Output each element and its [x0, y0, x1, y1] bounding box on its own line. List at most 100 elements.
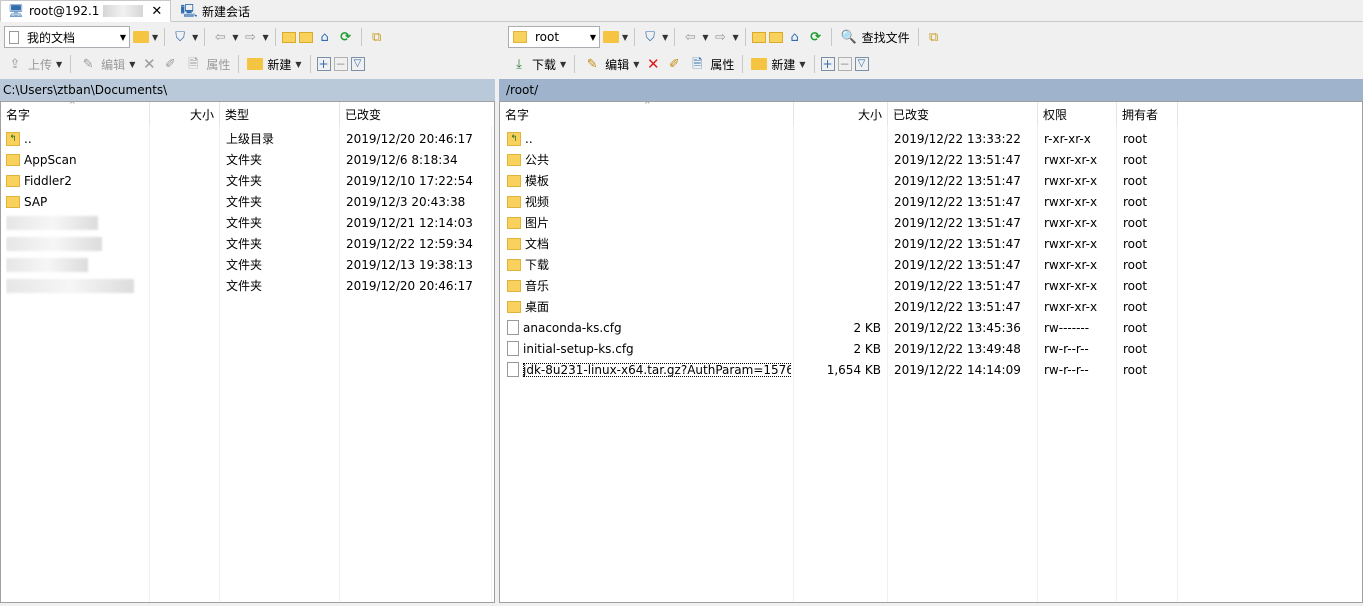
- parent-dir-icon[interactable]: [281, 31, 296, 43]
- col-header-size[interactable]: 大小: [794, 102, 888, 126]
- col-header-name[interactable]: ^ 名字: [1, 102, 150, 126]
- right-location-value: root: [535, 30, 560, 44]
- list-item[interactable]: 公共 2019/12/22 13:51:47 rwxr-xr-x root: [500, 149, 1362, 170]
- minus-icon[interactable]: −: [837, 57, 852, 71]
- home-icon[interactable]: ⌂: [316, 28, 334, 46]
- rename-icon[interactable]: ✐: [161, 55, 179, 73]
- list-item[interactable]: anaconda-ks.cfg 2 KB 2019/12/22 13:45:36 rw…: [500, 317, 1362, 338]
- new-button[interactable]: 新建 ▼: [749, 53, 807, 75]
- list-item[interactable]: 文件夹 2019/12/20 20:46:17: [1, 275, 494, 296]
- properties-button[interactable]: 🗎 属性: [686, 53, 736, 75]
- chevron-down-icon[interactable]: ▼: [232, 33, 238, 42]
- chevron-down-icon[interactable]: ▼: [56, 60, 62, 69]
- chevron-down-icon[interactable]: ▼: [590, 33, 596, 42]
- filter-icon[interactable]: ⛉: [171, 28, 189, 46]
- chevron-down-icon[interactable]: ▼: [799, 60, 805, 69]
- download-button[interactable]: ⤓ 下载 ▼: [508, 53, 568, 75]
- list-item[interactable]: initial-setup-ks.cfg 2 KB 2019/12/22 13:49…: [500, 338, 1362, 359]
- col-header-perms[interactable]: 权限: [1038, 102, 1117, 126]
- col-header-type[interactable]: 类型: [220, 102, 340, 126]
- refresh-icon[interactable]: ⟳: [807, 28, 825, 46]
- col-header-changed[interactable]: 已改变: [340, 102, 492, 126]
- delete-icon[interactable]: ✕: [140, 55, 158, 73]
- check-icon[interactable]: ▽: [350, 57, 365, 71]
- file-changed: 2019/12/22 13:51:47: [894, 299, 1021, 314]
- left-location-combo[interactable]: 我的文档 ▼: [4, 26, 130, 48]
- folder-icon: [507, 195, 521, 208]
- upload-label: 上传: [28, 57, 53, 72]
- col-header-owner[interactable]: 拥有者: [1117, 102, 1178, 126]
- home-icon[interactable]: ⌂: [786, 28, 804, 46]
- chevron-down-icon[interactable]: ▼: [732, 33, 738, 42]
- toolbar-divider: [164, 28, 166, 46]
- chevron-down-icon[interactable]: ▼: [702, 33, 708, 42]
- file-owner: root: [1123, 236, 1148, 251]
- chevron-down-icon[interactable]: ▼: [662, 33, 668, 42]
- forward-arrow-icon[interactable]: ⇨: [241, 28, 259, 46]
- chevron-down-icon[interactable]: ▼: [262, 33, 268, 42]
- col-header-name[interactable]: ^ 名字: [500, 102, 794, 126]
- tab-new-session[interactable]: 🖳 新建会话: [174, 0, 256, 22]
- open-folder-icon[interactable]: [133, 31, 149, 43]
- edit-icon: ✎: [586, 56, 598, 72]
- list-item[interactable]: 文件夹 2019/12/21 12:14:03: [1, 212, 494, 233]
- file-changed: 2019/12/6 8:18:34: [346, 152, 458, 167]
- upload-button[interactable]: ⇪ 上传 ▼: [4, 53, 64, 75]
- folder-icon: [507, 300, 521, 313]
- col-header-changed[interactable]: 已改变: [888, 102, 1038, 126]
- forward-arrow-icon[interactable]: ⇨: [711, 28, 729, 46]
- chevron-down-icon[interactable]: ▼: [192, 33, 198, 42]
- list-item[interactable]: 图片 2019/12/22 13:51:47 rwxr-xr-x root: [500, 212, 1362, 233]
- list-item[interactable]: AppScan 文件夹 2019/12/6 8:18:34: [1, 149, 494, 170]
- list-item[interactable]: 模板 2019/12/22 13:51:47 rwxr-xr-x root: [500, 170, 1362, 191]
- back-arrow-icon[interactable]: ⇦: [211, 28, 229, 46]
- refresh-icon[interactable]: ⟳: [337, 28, 355, 46]
- right-file-list[interactable]: ^ 名字 大小 已改变 权限 拥有者 ↰.. 2019/12/22 13:33:2…: [499, 101, 1363, 603]
- file-name: Fiddler2: [24, 173, 72, 188]
- list-item[interactable]: ↰.. 上级目录 2019/12/20 20:46:17: [1, 128, 494, 149]
- list-item[interactable]: Fiddler2 文件夹 2019/12/10 17:22:54: [1, 170, 494, 191]
- list-item[interactable]: jdk-8u231-linux-x64.tar.gz?AuthParam=157…: [500, 359, 1362, 380]
- delete-icon[interactable]: ✕: [644, 55, 662, 73]
- sync-browse-icon[interactable]: ⧉: [368, 28, 386, 46]
- close-icon[interactable]: ✕: [151, 4, 162, 19]
- chevron-down-icon[interactable]: ▼: [120, 33, 126, 42]
- list-item[interactable]: 文档 2019/12/22 13:51:47 rwxr-xr-x root: [500, 233, 1362, 254]
- list-item[interactable]: 桌面 2019/12/22 13:51:47 rwxr-xr-x root: [500, 296, 1362, 317]
- plus-icon[interactable]: +: [316, 57, 331, 71]
- right-location-combo[interactable]: root ▼: [508, 26, 600, 48]
- tab-session[interactable]: 🖥 root@192.1 ✕: [0, 0, 171, 22]
- list-item[interactable]: 下载 2019/12/22 13:51:47 rwxr-xr-x root: [500, 254, 1362, 275]
- chevron-down-icon[interactable]: ▼: [622, 33, 628, 42]
- chevron-down-icon[interactable]: ▼: [129, 60, 135, 69]
- properties-button[interactable]: 🗎 属性: [182, 53, 232, 75]
- edit-button[interactable]: ✎ 编辑 ▼: [581, 53, 641, 75]
- rename-icon[interactable]: ✐: [665, 55, 683, 73]
- left-file-list[interactable]: ^ 名字 大小 类型 已改变 ↰.. 上级目录 2019/12/20 20:46:1…: [0, 101, 495, 603]
- file-name-cell: jdk-8u231-linux-x64.tar.gz?AuthParam=157…: [507, 359, 791, 380]
- list-item[interactable]: 文件夹 2019/12/13 19:38:13: [1, 254, 494, 275]
- open-folder-icon[interactable]: [603, 31, 619, 43]
- new-button[interactable]: 新建 ▼: [245, 53, 303, 75]
- sync-browse-icon[interactable]: ⧉: [925, 28, 943, 46]
- check-icon[interactable]: ▽: [854, 57, 869, 71]
- root-dir-icon[interactable]: [298, 31, 313, 43]
- find-files-button[interactable]: 🔍 查找文件: [838, 26, 912, 48]
- list-item[interactable]: 音乐 2019/12/22 13:51:47 rwxr-xr-x root: [500, 275, 1362, 296]
- chevron-down-icon[interactable]: ▼: [560, 60, 566, 69]
- chevron-down-icon[interactable]: ▼: [152, 33, 158, 42]
- back-arrow-icon[interactable]: ⇦: [681, 28, 699, 46]
- col-header-size[interactable]: 大小: [150, 102, 220, 126]
- list-item[interactable]: ↰.. 2019/12/22 13:33:22 r-xr-xr-x root: [500, 128, 1362, 149]
- parent-dir-icon[interactable]: [751, 31, 766, 43]
- minus-icon[interactable]: −: [333, 57, 348, 71]
- root-dir-icon[interactable]: [768, 31, 783, 43]
- edit-button[interactable]: ✎ 编辑 ▼: [77, 53, 137, 75]
- chevron-down-icon[interactable]: ▼: [295, 60, 301, 69]
- list-item[interactable]: 文件夹 2019/12/22 12:59:34: [1, 233, 494, 254]
- chevron-down-icon[interactable]: ▼: [633, 60, 639, 69]
- filter-icon[interactable]: ⛉: [641, 28, 659, 46]
- list-item[interactable]: 视频 2019/12/22 13:51:47 rwxr-xr-x root: [500, 191, 1362, 212]
- plus-icon[interactable]: +: [820, 57, 835, 71]
- list-item[interactable]: SAP 文件夹 2019/12/3 20:43:38: [1, 191, 494, 212]
